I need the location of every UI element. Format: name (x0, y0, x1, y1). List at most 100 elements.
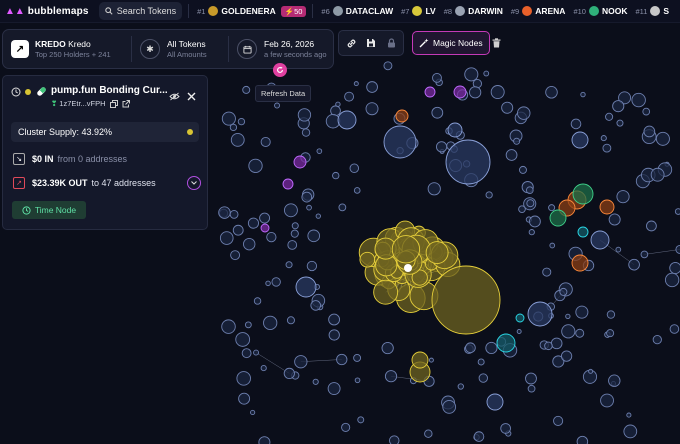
wallet-bubble[interactable] (447, 122, 463, 138)
trending-token-6[interactable]: #6 DATACLAW (321, 6, 393, 16)
wallet-bubble[interactable] (525, 186, 534, 195)
wallet-bubble[interactable] (260, 136, 271, 148)
wallet-bubble[interactable] (519, 165, 527, 174)
trending-token-7[interactable]: #7 LV (401, 6, 436, 16)
wallet-bubble[interactable] (469, 86, 482, 99)
wallet-bubble[interactable] (560, 350, 573, 362)
expand-outflow-button[interactable] (187, 176, 201, 190)
wallet-bubble[interactable] (457, 383, 464, 390)
wallet-bubble[interactable] (453, 85, 467, 99)
wallet-bubble[interactable] (529, 215, 541, 228)
wallet-bubble[interactable] (570, 118, 582, 130)
wallet-bubble[interactable] (501, 101, 514, 114)
wallet-bubble[interactable] (580, 91, 586, 98)
trending-token-1[interactable]: #1 GOLDENERA ⚡50 (197, 5, 307, 17)
wallet-bubble[interactable] (341, 422, 351, 432)
inflow-row[interactable]: ↘ $0 IN $23.39K OUT from 0 addresses (13, 153, 127, 165)
wallet-bubble[interactable] (337, 110, 357, 130)
wallet-bubble[interactable] (353, 354, 362, 362)
wallet-bubble[interactable] (301, 128, 311, 137)
wallet-bubble[interactable] (384, 370, 398, 383)
clock-icon[interactable] (11, 87, 21, 97)
wallet-bubble[interactable] (646, 220, 657, 232)
wallet-bubble[interactable] (577, 226, 589, 238)
wallet-bubble[interactable] (640, 250, 649, 259)
wallet-bubble[interactable] (282, 178, 294, 190)
wallet-bubble[interactable] (516, 329, 522, 334)
wallet-bubble[interactable] (271, 277, 281, 287)
trending-token-10[interactable]: #10 NOOK (573, 6, 627, 16)
wallet-bubble[interactable] (428, 357, 434, 363)
wallet-bubble[interactable] (301, 191, 313, 203)
wallet-bubble[interactable] (465, 342, 476, 354)
wallet-bubble[interactable] (274, 102, 281, 109)
wallet-bubble[interactable] (588, 368, 594, 374)
wallet-bubble[interactable] (608, 213, 621, 226)
wallet-bubble[interactable] (293, 155, 307, 169)
wallet-bubble[interactable] (332, 171, 340, 180)
wallet-bubble[interactable] (232, 224, 244, 236)
wallet-bubble[interactable] (559, 287, 568, 296)
copy-icon[interactable] (109, 99, 118, 108)
wallet-bubble[interactable] (297, 108, 312, 122)
wallet-bubble[interactable] (424, 429, 433, 438)
wallet-bubble[interactable] (432, 72, 442, 83)
wallet-bubble[interactable] (427, 182, 441, 196)
wallet-bubble[interactable] (389, 435, 400, 444)
wallet-bubble[interactable] (473, 431, 485, 442)
wallet-bubble[interactable] (241, 348, 252, 359)
wallet-bubble[interactable] (606, 329, 615, 338)
wallet-bubble[interactable] (445, 139, 491, 185)
wallet-bubble[interactable] (528, 229, 535, 236)
wallet-bubble[interactable] (259, 212, 271, 224)
wallet-bubble[interactable] (517, 106, 531, 120)
wallet-bubble[interactable] (542, 267, 552, 277)
wallet-bubble[interactable] (383, 61, 393, 71)
wallet-bubble[interactable] (490, 85, 505, 100)
wallet-bubble[interactable] (219, 231, 234, 245)
wallet-bubble[interactable] (383, 125, 417, 159)
wallet-bubble[interactable] (544, 341, 553, 351)
wallet-bubble[interactable] (431, 106, 444, 119)
wallet-bubble[interactable] (253, 349, 260, 356)
wallet-bubble[interactable] (266, 232, 277, 243)
wallet-bubble[interactable] (287, 240, 298, 250)
wallet-bubble[interactable] (283, 367, 295, 380)
save-button[interactable] (361, 31, 381, 55)
wallet-bubble[interactable] (354, 377, 361, 384)
token-selector[interactable]: ↗ KREDO Kredo Top 250 Holders + 241 (3, 30, 131, 68)
wallet-bubble[interactable] (235, 332, 251, 347)
wallet-bubble[interactable] (258, 436, 271, 444)
wallet-bubble[interactable] (669, 261, 680, 275)
wallet-bubble[interactable] (243, 237, 256, 251)
wallet-bubble[interactable] (395, 109, 409, 123)
wallet-bubble[interactable] (571, 131, 589, 149)
wallet-bubble[interactable] (602, 143, 612, 153)
wallet-bubble[interactable] (359, 251, 376, 268)
wallet-bubble[interactable] (525, 372, 537, 385)
wallet-bubble[interactable] (316, 148, 323, 154)
wallet-bubble[interactable] (652, 334, 662, 345)
wallet-bubble[interactable] (365, 102, 379, 116)
wallet-bubble[interactable] (242, 85, 251, 94)
wallet-bubble[interactable] (306, 204, 312, 211)
wallet-bubble[interactable] (247, 217, 260, 229)
wallet-bubble[interactable] (286, 316, 295, 325)
brand-logo[interactable]: ▲▲ bubblemaps (5, 6, 89, 17)
wallet-bubble[interactable] (230, 250, 241, 261)
wallet-bubble[interactable] (526, 199, 535, 208)
wallet-bubble[interactable] (600, 393, 614, 408)
wallet-bubble[interactable] (527, 301, 553, 327)
wallet-bubble[interactable] (565, 313, 571, 320)
wallet-bubble[interactable] (655, 131, 670, 146)
wallet-bubble[interactable] (306, 260, 318, 272)
wallet-bubble[interactable] (335, 101, 341, 107)
wallet-bubble[interactable] (218, 206, 231, 219)
wallet-bubble[interactable] (545, 86, 558, 99)
delete-button[interactable] (490, 31, 504, 55)
wallet-bubble[interactable] (230, 132, 245, 147)
wallet-bubble[interactable] (664, 272, 680, 288)
wallet-bubble[interactable] (366, 81, 378, 93)
wallet-bubble[interactable] (248, 158, 263, 173)
wallet-bubble[interactable] (411, 351, 429, 369)
